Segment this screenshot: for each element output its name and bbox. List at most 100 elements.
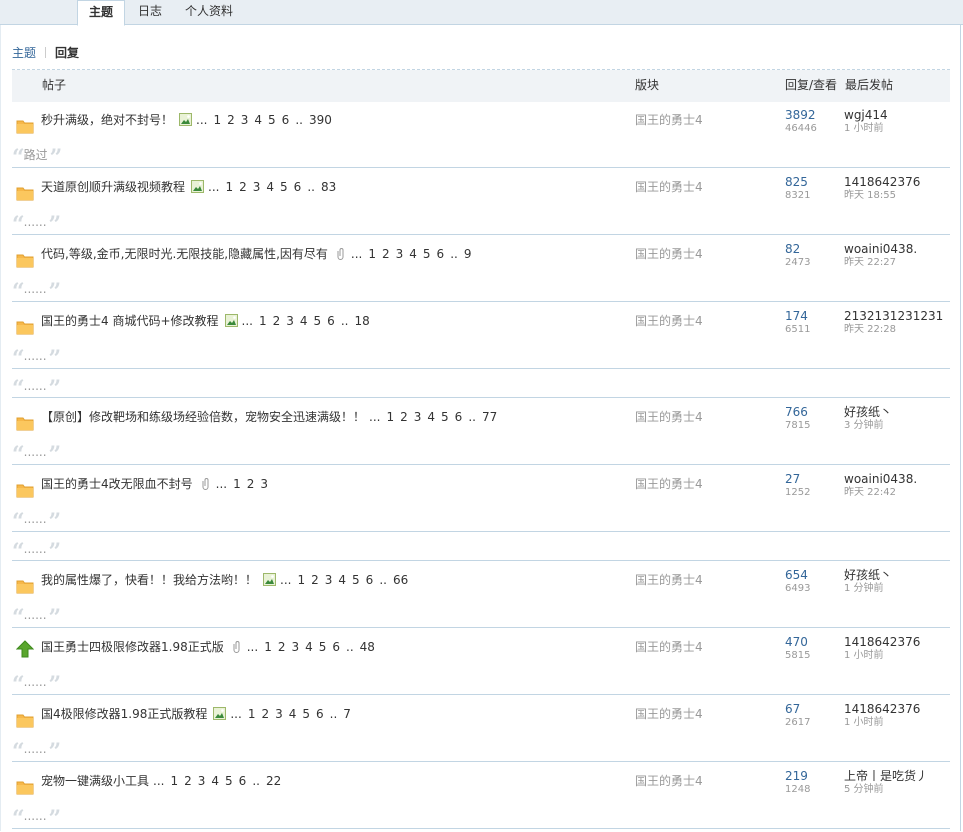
page-link[interactable]: 2 xyxy=(273,314,281,328)
forum-name[interactable]: 国王的勇士4 xyxy=(635,468,703,501)
page-link[interactable]: 3 xyxy=(241,113,249,127)
reply-quote-text[interactable]: ...... xyxy=(24,742,47,756)
page-link[interactable]: 2 xyxy=(184,774,192,788)
page-link[interactable]: 1 xyxy=(297,573,305,587)
page-link[interactable]: 2 xyxy=(400,410,408,424)
thread-title-link[interactable]: 国4极限修改器1.98正式版教程 xyxy=(41,707,207,721)
last-post-time[interactable]: 1 分钟前 xyxy=(844,582,892,595)
forum-name[interactable]: 国王的勇士4 xyxy=(635,765,703,798)
last-post-time[interactable]: 1 小时前 xyxy=(844,649,920,662)
reply-count[interactable]: 67 xyxy=(785,703,810,716)
last-post-user[interactable]: 1418642376 xyxy=(844,703,920,716)
page-link[interactable]: 5 xyxy=(441,410,449,424)
reply-count[interactable]: 470 xyxy=(785,636,810,649)
page-link[interactable]: 6 xyxy=(437,247,445,261)
reply-count[interactable]: 174 xyxy=(785,310,810,323)
thread-title-link[interactable]: 代码,等级,金币,无限时光.无限技能,隐藏属性,因有尽有 xyxy=(41,247,328,261)
thread-title-link[interactable]: 秒升满级，绝对不封号！ xyxy=(41,113,173,127)
page-link[interactable]: 1 xyxy=(170,774,178,788)
reply-count[interactable]: 3892 xyxy=(785,109,817,122)
page-link[interactable]: 1 xyxy=(386,410,394,424)
page-link[interactable]: 5 xyxy=(319,640,327,654)
page-link[interactable]: 1 xyxy=(264,640,272,654)
last-post-user[interactable]: 好孩纸丶 xyxy=(844,406,892,419)
reply-count[interactable]: 82 xyxy=(785,243,810,256)
page-link[interactable]: 1 xyxy=(213,113,221,127)
page-link[interactable]: 6 xyxy=(282,113,290,127)
forum-name[interactable]: 国王的勇士4 xyxy=(635,305,703,338)
reply-quote-text[interactable]: ...... xyxy=(24,215,47,229)
forum-name[interactable]: 国王的勇士4 xyxy=(635,401,703,434)
page-link[interactable]: 1 xyxy=(233,477,241,491)
last-post-time[interactable]: 3 分钟前 xyxy=(844,419,892,432)
page-link[interactable]: 2 xyxy=(247,477,255,491)
page-link[interactable]: 6 xyxy=(455,410,463,424)
last-post-user[interactable]: woaini0438. xyxy=(844,243,917,256)
last-post-time[interactable]: 1 小时前 xyxy=(844,122,888,135)
page-link[interactable]: 6 xyxy=(327,314,335,328)
page-link[interactable]: 77 xyxy=(482,410,497,424)
tab-topics[interactable]: 主题 xyxy=(77,0,125,26)
page-link[interactable]: 5 xyxy=(225,774,233,788)
reply-count[interactable]: 766 xyxy=(785,406,810,419)
page-link[interactable]: 3 xyxy=(414,410,422,424)
page-link[interactable]: 1 xyxy=(248,707,256,721)
page-link[interactable]: 7 xyxy=(343,707,351,721)
page-link[interactable]: 4 xyxy=(305,640,313,654)
page-link[interactable]: 4 xyxy=(254,113,262,127)
last-post-time[interactable]: 昨天 22:42 xyxy=(844,486,917,499)
page-link[interactable]: 4 xyxy=(300,314,308,328)
page-link[interactable]: 18 xyxy=(354,314,369,328)
reply-count[interactable]: 219 xyxy=(785,770,810,783)
reply-quote-text[interactable]: ...... xyxy=(24,608,47,622)
page-link[interactable]: 3 xyxy=(325,573,333,587)
thread-title-link[interactable]: 国王的勇士4改无限血不封号 xyxy=(41,477,193,491)
page-link[interactable]: 3 xyxy=(198,774,206,788)
thread-title-link[interactable]: 【原创】修改靶场和练级场经验倍数，宠物安全迅速满级！！ xyxy=(41,410,365,424)
page-link[interactable]: 3 xyxy=(260,477,268,491)
page-link[interactable]: 3 xyxy=(253,180,261,194)
last-post-time[interactable]: 昨天 22:28 xyxy=(844,323,943,336)
forum-name[interactable]: 国王的勇士4 xyxy=(635,104,703,137)
page-link[interactable]: 4 xyxy=(427,410,435,424)
page-link[interactable]: 5 xyxy=(280,180,288,194)
tab-blog[interactable]: 日志 xyxy=(130,0,170,24)
page-link[interactable]: 4 xyxy=(409,247,417,261)
last-post-user[interactable]: 1418642376 xyxy=(844,176,920,189)
page-link[interactable]: 5 xyxy=(423,247,431,261)
last-post-user[interactable]: woaini0438. xyxy=(844,473,917,486)
page-link[interactable]: 22 xyxy=(266,774,281,788)
page-link[interactable]: 2 xyxy=(261,707,269,721)
reply-quote-text[interactable]: ...... xyxy=(24,809,47,823)
last-post-user[interactable]: 好孩纸丶 xyxy=(844,569,892,582)
thread-title-link[interactable]: 我的属性爆了，快看！！我给方法哟！！ xyxy=(41,573,257,587)
last-post-time[interactable]: 5 分钟前 xyxy=(844,783,928,796)
forum-name[interactable]: 国王的勇士4 xyxy=(635,698,703,731)
page-link[interactable]: 6 xyxy=(316,707,324,721)
page-link[interactable]: 4 xyxy=(211,774,219,788)
reply-count[interactable]: 27 xyxy=(785,473,810,486)
page-link[interactable]: 6 xyxy=(294,180,302,194)
forum-name[interactable]: 国王的勇士4 xyxy=(635,564,703,597)
page-link[interactable]: 4 xyxy=(338,573,346,587)
page-link[interactable]: 1 xyxy=(225,180,233,194)
reply-quote-text[interactable]: ...... xyxy=(24,282,47,296)
page-link[interactable]: 2 xyxy=(382,247,390,261)
thread-title-link[interactable]: 宠物一键满级小工具 xyxy=(41,774,149,788)
last-post-user[interactable]: wgj414 xyxy=(844,109,888,122)
reply-quote-text[interactable]: 路过 xyxy=(24,148,48,162)
reply-quote-text[interactable]: ...... xyxy=(24,675,47,689)
last-post-time[interactable]: 昨天 18:55 xyxy=(844,189,920,202)
reply-count[interactable]: 654 xyxy=(785,569,810,582)
thread-title-link[interactable]: 天道原创顺升满级视频教程 xyxy=(41,180,185,194)
page-link[interactable]: 2 xyxy=(239,180,247,194)
reply-quote-text[interactable]: ...... xyxy=(24,445,47,459)
tab-profile[interactable]: 个人资料 xyxy=(176,0,242,24)
page-link[interactable]: 66 xyxy=(393,573,408,587)
forum-name[interactable]: 国王的勇士4 xyxy=(635,238,703,271)
page-link[interactable]: 5 xyxy=(268,113,276,127)
page-link[interactable]: 2 xyxy=(278,640,286,654)
last-post-user[interactable]: 2132131231231 xyxy=(844,310,943,323)
forum-name[interactable]: 国王的勇士4 xyxy=(635,631,703,664)
page-link[interactable]: 390 xyxy=(309,113,332,127)
